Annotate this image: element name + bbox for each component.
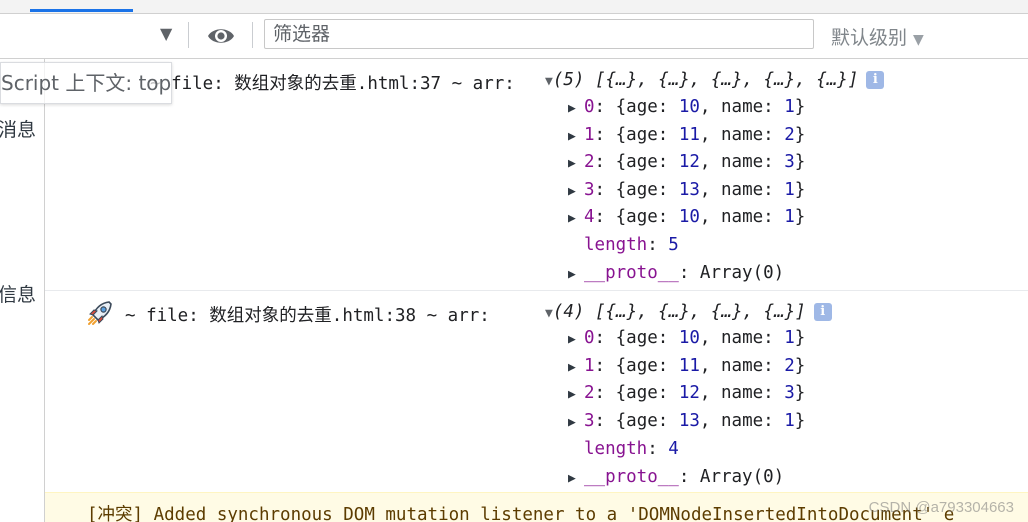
context-dropdown-chevron-down-icon[interactable]: ▼ bbox=[160, 24, 172, 43]
info-icon[interactable]: i bbox=[813, 303, 832, 321]
triangle-down-icon: ▼ bbox=[545, 306, 553, 321]
array-entry: 0: {age: 10, name: 1} bbox=[584, 328, 806, 348]
info-icon[interactable]: i bbox=[866, 71, 885, 89]
console-toolbar: ▼ 默认级别 ▼ bbox=[0, 14, 1028, 59]
console-sidebar: 消息 信息 bbox=[0, 59, 45, 522]
array-preview: (5) [{…}, {…}, {…}, {…}, {…}] bbox=[552, 70, 859, 90]
triangle-right-icon[interactable]: ▶ bbox=[568, 360, 576, 375]
array-preview: (4) [{…}, {…}, {…}, {…}] bbox=[552, 302, 806, 322]
context-tooltip: Script 上下文: top bbox=[0, 62, 172, 104]
log-prefix: ~ file: 数组对象的去重.html:38 ~ arr: bbox=[125, 306, 490, 326]
triangle-right-icon[interactable]: ▶ bbox=[568, 156, 576, 171]
triangle-right-icon[interactable]: ▶ bbox=[568, 129, 576, 144]
eye-icon[interactable] bbox=[205, 23, 237, 49]
array-entry: 1: {age: 11, name: 2} bbox=[584, 356, 806, 376]
console-message: ~ file: 数组对象的去重.html:38 ~ arr: ▼(4) [{…}… bbox=[45, 291, 1028, 492]
array-preview-toggle[interactable]: ▼(4) [{…}, {…}, {…}, {…}] i bbox=[545, 302, 832, 322]
array-entry: 2: {age: 12, name: 3} bbox=[584, 152, 806, 172]
toolbar-divider bbox=[188, 22, 189, 48]
array-entry: 4: {age: 10, name: 1} bbox=[584, 207, 806, 227]
console-output: ~ file: 数组对象的去重.html:37 ~ arr: ▼(5) [{…}… bbox=[45, 59, 1028, 522]
log-prefix: ~ file: 数组对象的去重.html:37 ~ arr: bbox=[150, 74, 515, 94]
triangle-right-icon[interactable]: ▶ bbox=[568, 211, 576, 226]
array-entry: 1: {age: 11, name: 2} bbox=[584, 125, 806, 145]
console-message: ~ file: 数组对象的去重.html:37 ~ arr: ▼(5) [{…}… bbox=[45, 59, 1028, 291]
log-level-label: 默认级别 bbox=[831, 27, 908, 49]
triangle-right-icon[interactable]: ▶ bbox=[568, 332, 576, 347]
toolbar-divider bbox=[252, 22, 253, 48]
chevron-down-icon: ▼ bbox=[913, 32, 924, 48]
warning-text: [冲突] Added synchronous DOM mutation list… bbox=[87, 505, 955, 522]
sidebar-item-info[interactable]: 信息 bbox=[0, 280, 36, 307]
array-entry: 0: {age: 10, name: 1} bbox=[584, 97, 806, 117]
triangle-right-icon[interactable]: ▶ bbox=[568, 267, 576, 282]
log-level-select[interactable]: 默认级别 ▼ bbox=[831, 23, 924, 50]
triangle-down-icon: ▼ bbox=[545, 74, 553, 89]
active-tab-indicator bbox=[30, 9, 133, 12]
triangle-right-icon[interactable]: ▶ bbox=[568, 387, 576, 402]
rocket-emoji-icon bbox=[87, 300, 113, 326]
triangle-right-icon[interactable]: ▶ bbox=[568, 415, 576, 430]
array-preview-toggle[interactable]: ▼(5) [{…}, {…}, {…}, {…}, {…}] i bbox=[545, 70, 885, 90]
triangle-right-icon[interactable]: ▶ bbox=[568, 184, 576, 199]
array-entry: 2: {age: 12, name: 3} bbox=[584, 383, 806, 403]
triangle-right-icon[interactable]: ▶ bbox=[568, 471, 576, 486]
array-proto: __proto__: Array(0) bbox=[584, 467, 785, 487]
filter-input[interactable] bbox=[264, 19, 814, 49]
array-entry: 3: {age: 13, name: 1} bbox=[584, 411, 806, 431]
array-length: length: 5 bbox=[584, 235, 679, 255]
array-entry: 3: {age: 13, name: 1} bbox=[584, 180, 806, 200]
triangle-right-icon[interactable]: ▶ bbox=[568, 101, 576, 116]
array-length: length: 4 bbox=[584, 439, 679, 459]
devtools-tab-strip bbox=[0, 0, 1028, 14]
array-proto: __proto__: Array(0) bbox=[584, 263, 785, 283]
watermark: CSDN @a793304663 bbox=[868, 499, 1014, 516]
sidebar-item-messages[interactable]: 消息 bbox=[0, 115, 36, 142]
